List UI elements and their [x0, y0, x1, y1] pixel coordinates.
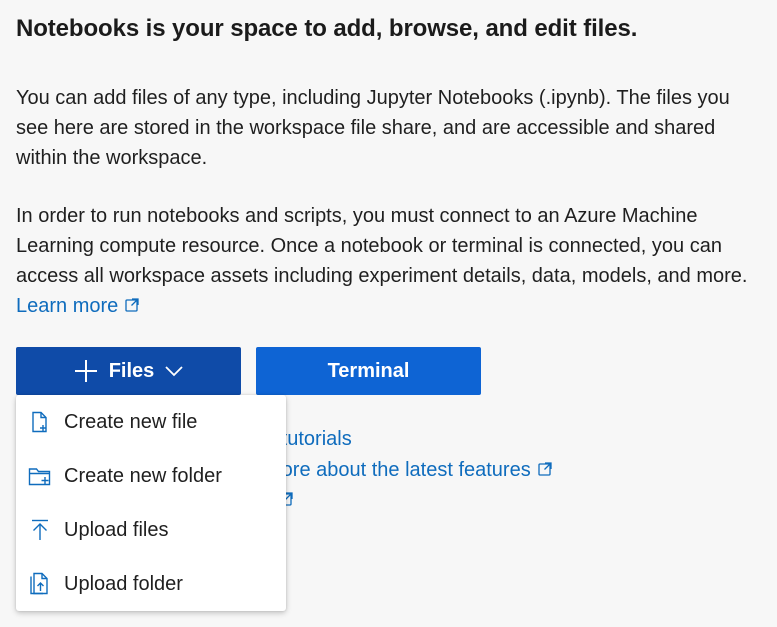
menu-item-label: Upload folder [64, 572, 183, 595]
external-link-icon [538, 462, 552, 476]
learn-more-link[interactable]: Learn more [16, 295, 140, 317]
terminal-button-label: Terminal [327, 359, 410, 382]
menu-item-label: Upload files [64, 518, 169, 541]
intro-paragraph: You can add files of any type, including… [16, 87, 730, 169]
menu-item-label: Create new folder [64, 464, 222, 487]
notebooks-empty-state: Notebooks is your space to add, browse, … [0, 0, 777, 627]
plus-icon [73, 358, 99, 384]
menu-item-label: Create new file [64, 410, 198, 433]
latest-features-label: more about the latest features [265, 459, 531, 481]
upload-icon [32, 519, 48, 540]
page-title: Notebooks is your space to add, browse, … [16, 15, 638, 42]
upload-folder-icon [30, 572, 48, 595]
menu-item-create-new-file[interactable]: Create new file [16, 395, 286, 449]
compute-paragraph-text: In order to run notebooks and scripts, y… [16, 205, 748, 287]
menu-item-upload-files[interactable]: Upload files [16, 503, 286, 557]
files-dropdown-menu: Create new file Create new folder Upload… [16, 395, 286, 611]
chevron-down-icon [164, 365, 184, 377]
menu-item-upload-folder[interactable]: Upload folder [16, 557, 286, 611]
new-file-icon [32, 411, 47, 433]
new-folder-icon [28, 468, 51, 486]
learn-more-label: Learn more [16, 295, 119, 317]
files-dropdown-button[interactable]: Files [16, 347, 241, 395]
menu-item-create-new-folder[interactable]: Create new folder [16, 449, 286, 503]
external-link-icon [125, 298, 139, 312]
files-button-label: Files [108, 359, 155, 382]
compute-paragraph: In order to run notebooks and scripts, y… [16, 201, 766, 321]
terminal-button[interactable]: Terminal [256, 347, 481, 395]
latest-features-link[interactable]: more about the latest features [265, 455, 553, 485]
